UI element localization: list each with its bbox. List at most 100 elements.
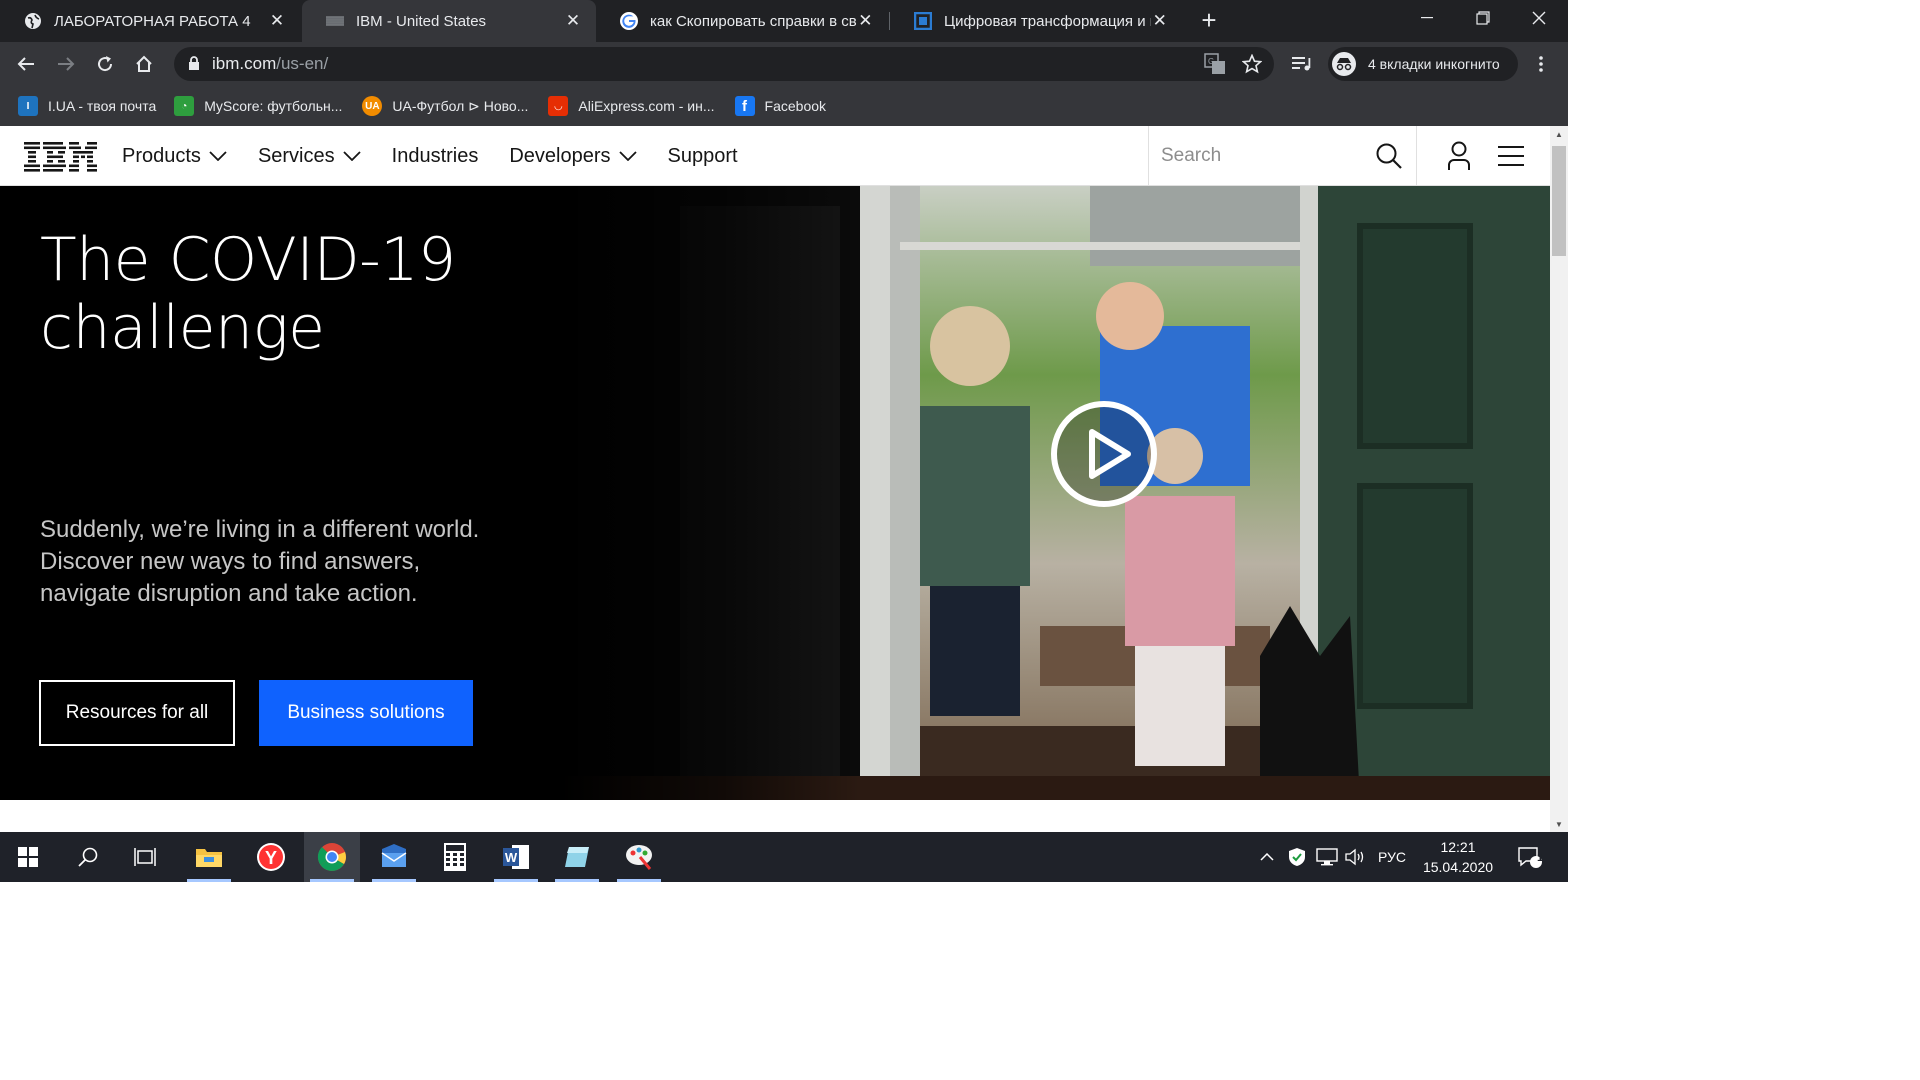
scrollbar-thumb[interactable]	[1552, 146, 1566, 256]
more-vert-icon[interactable]	[1527, 50, 1555, 78]
chevron-down-icon	[209, 151, 227, 161]
scroll-down-arrow-icon[interactable]: ▼	[1550, 816, 1568, 832]
hamburger-menu-icon[interactable]	[1498, 144, 1524, 168]
restore-button[interactable]	[1456, 0, 1510, 36]
bookmark-star-icon[interactable]	[1241, 53, 1263, 79]
incognito-icon	[1332, 52, 1356, 76]
google-icon	[620, 12, 638, 30]
bookmark-facebook[interactable]: f Facebook	[734, 92, 826, 120]
bookmark-label: MyScore: футбольн...	[204, 98, 343, 114]
translate-icon[interactable]: G	[1204, 53, 1226, 80]
reload-icon[interactable]	[91, 50, 119, 78]
svg-text:G: G	[1208, 57, 1214, 66]
tab-title: IBM - United States	[356, 12, 487, 30]
page-viewport: Products Services Industries Developers …	[0, 126, 1550, 832]
minimize-button[interactable]	[1400, 0, 1454, 36]
close-icon[interactable]: ✕	[1151, 11, 1168, 30]
notes-icon[interactable]	[549, 832, 605, 882]
close-window-button[interactable]	[1512, 0, 1566, 36]
search-icon[interactable]	[60, 832, 116, 882]
url-text: ibm.com/us-en/	[212, 54, 328, 74]
tab-title: как Скопировать справки в сво	[650, 12, 857, 30]
tab-digital-transformation[interactable]: Цифровая трансформация и мо ✕	[890, 0, 1182, 42]
hero-gradient-overlay	[560, 186, 860, 800]
nav-item-products[interactable]: Products	[122, 145, 227, 168]
close-icon[interactable]: ✕	[564, 11, 582, 30]
browser-tab-strip: ЛАБОРАТОРНАЯ РАБОТА 4 ✕ IBM - United Sta…	[0, 0, 1568, 42]
windows-taskbar: Y W РУС 12:21 15.04.2020 1	[0, 832, 1568, 882]
forward-arrow-icon[interactable]	[52, 50, 80, 78]
nav-item-support[interactable]: Support	[668, 145, 738, 168]
chevron-down-icon	[343, 151, 361, 161]
word-icon[interactable]: W	[488, 832, 544, 882]
close-icon[interactable]: ✕	[268, 11, 286, 30]
input-language[interactable]: РУС	[1373, 832, 1411, 882]
paint-icon[interactable]	[611, 832, 667, 882]
running-indicator	[617, 879, 661, 882]
url-path: /us-en/	[276, 54, 329, 73]
running-indicator	[494, 879, 538, 882]
nav-item-services[interactable]: Services	[258, 145, 361, 168]
business-solutions-button[interactable]: Business solutions	[259, 680, 473, 746]
show-hidden-icons-chevron-icon[interactable]	[1256, 832, 1278, 882]
calculator-icon[interactable]	[427, 832, 483, 882]
tab-ibm[interactable]: IBM - United States ✕	[302, 0, 596, 42]
task-view-icon[interactable]	[118, 832, 174, 882]
close-icon[interactable]: ✕	[857, 11, 874, 30]
home-icon[interactable]	[130, 50, 158, 78]
chrome-icon[interactable]	[304, 832, 360, 882]
file-explorer-icon[interactable]	[181, 832, 237, 882]
system-clock[interactable]: 12:21 15.04.2020	[1414, 837, 1502, 877]
svg-text:W: W	[505, 850, 518, 865]
hero-title: The COVID-19 challenge	[40, 225, 456, 363]
bookmark-myscore[interactable]: ◔ MyScore: футбольн...	[174, 92, 342, 120]
hero-description: Suddenly, we’re living in a different wo…	[40, 516, 480, 607]
yandex-browser-icon[interactable]: Y	[243, 832, 299, 882]
bookmark-label: AliExpress.com - ин...	[578, 98, 715, 114]
page-scrollbar[interactable]: ▲ ▼	[1550, 126, 1568, 832]
back-arrow-icon[interactable]	[12, 50, 40, 78]
nav-item-label: Services	[257, 144, 335, 167]
tab-google-search[interactable]: как Скопировать справки в сво ✕	[596, 0, 888, 42]
url-domain: ibm.com	[212, 54, 277, 73]
running-indicator	[555, 879, 599, 882]
incognito-indicator[interactable]: 4 вкладки инкогнито	[1328, 47, 1518, 81]
tab-lab-work[interactable]: ЛАБОРАТОРНАЯ РАБОТА 4 ✕	[0, 0, 300, 42]
ibm-masthead: Products Services Industries Developers …	[0, 126, 1550, 186]
scroll-up-arrow-icon[interactable]: ▲	[1550, 126, 1568, 142]
incognito-label: 4 вкладки инкогнито	[1368, 56, 1500, 72]
security-shield-icon[interactable]	[1284, 832, 1310, 882]
search-icon[interactable]	[1375, 142, 1403, 170]
play-video-icon[interactable]	[1050, 400, 1158, 508]
doc-icon	[914, 12, 932, 30]
new-tab-button[interactable]: +	[1196, 7, 1222, 34]
volume-icon[interactable]	[1343, 832, 1369, 882]
search-input[interactable]	[1161, 140, 1361, 172]
hero-section: The COVID-19 challenge Suddenly, we’re l…	[0, 186, 1550, 800]
running-indicator	[187, 879, 231, 882]
nav-item-label: Support	[667, 144, 738, 167]
bookmark-aliexpress[interactable]: ◡ AliExpress.com - ин...	[548, 92, 715, 120]
aliexpress-icon: ◡	[548, 96, 569, 116]
nav-item-developers[interactable]: Developers	[509, 145, 637, 168]
myscore-icon: ◔	[174, 96, 195, 116]
ibm-nav-menu: Products Services Industries Developers …	[122, 126, 769, 186]
start-icon[interactable]	[0, 832, 56, 882]
ibm-logo[interactable]	[24, 142, 98, 172]
bookmark-iua[interactable]: I I.UA - твоя почта	[18, 92, 156, 120]
bookmark-uafootball[interactable]: UA UA-Футбол ⊳ Ново...	[362, 92, 528, 120]
ibm-user-button[interactable]	[1416, 126, 1500, 186]
notifications-icon[interactable]: 1	[1510, 832, 1550, 882]
tab-title: ЛАБОРАТОРНАЯ РАБОТА 4	[54, 12, 251, 30]
address-bar[interactable]: ibm.com/us-en/ G	[174, 47, 1274, 81]
clock-time: 12:21	[1440, 839, 1476, 855]
mail-icon[interactable]	[366, 832, 422, 882]
lock-icon[interactable]	[188, 56, 200, 76]
user-icon	[1447, 141, 1471, 176]
media-control-icon[interactable]	[1288, 50, 1316, 78]
running-indicator	[310, 879, 354, 882]
nav-item-industries[interactable]: Industries	[392, 145, 479, 168]
network-icon[interactable]	[1314, 832, 1340, 882]
nav-item-label: Industries	[391, 144, 479, 167]
resources-button[interactable]: Resources for all	[39, 680, 235, 746]
